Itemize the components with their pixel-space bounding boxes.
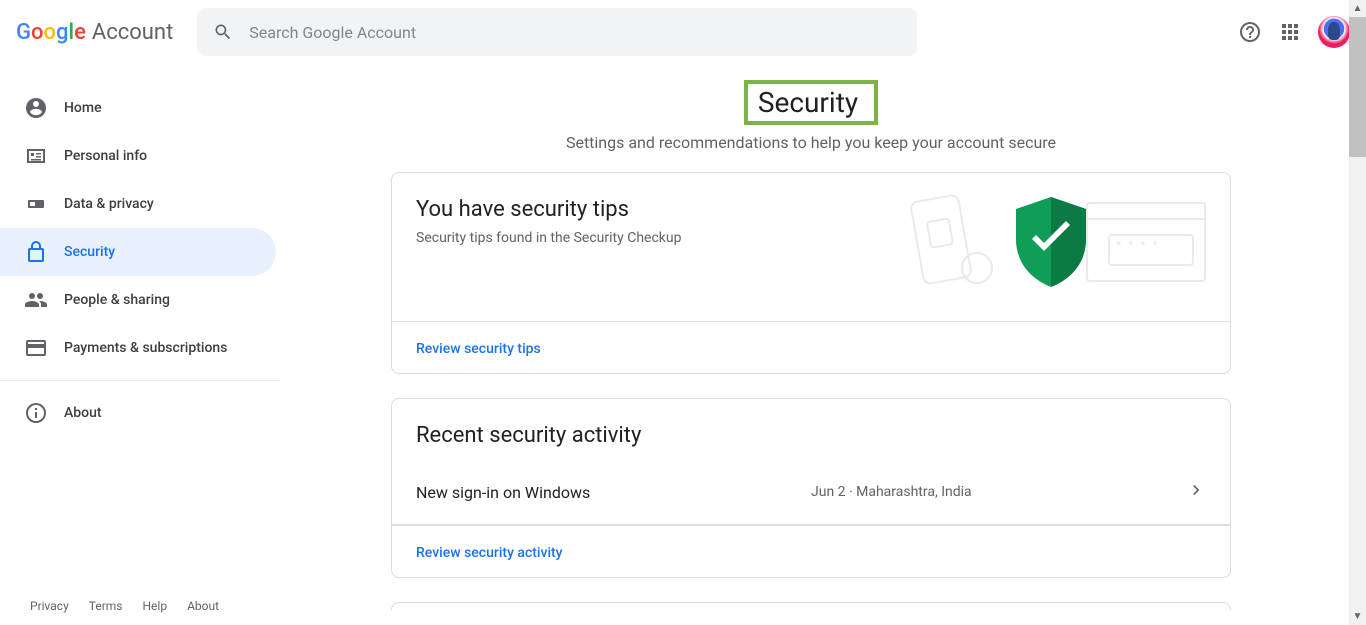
people-icon — [24, 288, 48, 312]
google-account-logo[interactable]: Google Account — [16, 20, 173, 45]
nav-label: Security — [64, 244, 115, 260]
page-title: Security — [758, 86, 858, 119]
nav-label: About — [64, 405, 102, 421]
help-icon — [1238, 20, 1262, 44]
sidebar-nav: Home Personal info Data & privacy Securi… — [0, 64, 280, 577]
google-logo: Google — [16, 20, 86, 45]
nav-label: Payments & subscriptions — [64, 340, 227, 356]
card-title: Recent security activity — [392, 399, 1230, 460]
search-input[interactable] — [249, 23, 901, 42]
chevron-right-icon — [1186, 480, 1206, 504]
security-illustration — [906, 197, 1206, 297]
sidebar-item-about[interactable]: About — [0, 389, 276, 437]
footer-links: Privacy Terms Help About — [30, 599, 219, 613]
page-title-highlight-box: Security — [744, 80, 878, 125]
search-icon — [213, 22, 233, 42]
sidebar-item-payments[interactable]: Payments & subscriptions — [0, 324, 276, 372]
avatar[interactable] — [1318, 16, 1350, 48]
footer-about[interactable]: About — [187, 599, 219, 613]
logo-account-text: Account — [92, 20, 173, 45]
page-header: Security Settings and recommendations to… — [280, 64, 1342, 172]
shield-check-icon — [1016, 197, 1086, 287]
sidebar-item-security[interactable]: Security — [0, 228, 276, 276]
apps-grid-icon — [1278, 20, 1302, 44]
activity-meta: Jun 2 · Maharashtra, India — [811, 484, 1186, 500]
nav-label: Data & privacy — [64, 196, 154, 212]
nav-label: Home — [64, 100, 102, 116]
card-subtitle: Security tips found in the Security Chec… — [416, 230, 681, 246]
lock-icon — [24, 240, 48, 264]
nav-label: Personal info — [64, 148, 147, 164]
data-privacy-icon — [24, 192, 48, 216]
bell-icon — [961, 252, 993, 284]
nav-divider — [0, 380, 280, 381]
footer-privacy[interactable]: Privacy — [30, 599, 69, 613]
help-button[interactable] — [1230, 12, 1270, 52]
footer-terms[interactable]: Terms — [89, 599, 123, 613]
app-header: Google Account — [0, 0, 1366, 64]
recent-activity-card: Recent security activity New sign-in on … — [391, 398, 1231, 578]
scrollbar-thumb[interactable] — [1349, 17, 1366, 157]
sidebar-item-people-sharing[interactable]: People & sharing — [0, 276, 276, 324]
scroll-down-arrow-icon[interactable]: ▼ — [1349, 608, 1366, 625]
sidebar-item-home[interactable]: Home — [0, 84, 276, 132]
apps-button[interactable] — [1270, 12, 1310, 52]
browser-window-icon — [1086, 202, 1206, 282]
sidebar-item-personal-info[interactable]: Personal info — [0, 132, 276, 180]
activity-title: New sign-in on Windows — [416, 483, 811, 502]
sidebar-item-data-privacy[interactable]: Data & privacy — [0, 180, 276, 228]
personal-info-icon — [24, 144, 48, 168]
card-title: You have security tips — [416, 197, 681, 222]
footer-help[interactable]: Help — [143, 599, 168, 613]
nav-label: People & sharing — [64, 292, 170, 308]
main-content: Security Settings and recommendations to… — [280, 64, 1342, 625]
activity-row[interactable]: New sign-in on Windows Jun 2 · Maharasht… — [392, 460, 1230, 524]
search-box[interactable] — [197, 8, 917, 56]
payments-icon — [24, 336, 48, 360]
home-icon — [24, 96, 48, 120]
scrollbar[interactable]: ▲ ▼ — [1349, 0, 1366, 625]
next-card-peek — [391, 602, 1231, 610]
page-subtitle: Settings and recommendations to help you… — [280, 133, 1342, 152]
info-icon — [24, 401, 48, 425]
scroll-up-arrow-icon[interactable]: ▲ — [1349, 0, 1366, 17]
security-tips-card: You have security tips Security tips fou… — [391, 172, 1231, 374]
review-security-tips-link[interactable]: Review security tips — [416, 341, 541, 357]
review-security-activity-link[interactable]: Review security activity — [416, 545, 563, 561]
